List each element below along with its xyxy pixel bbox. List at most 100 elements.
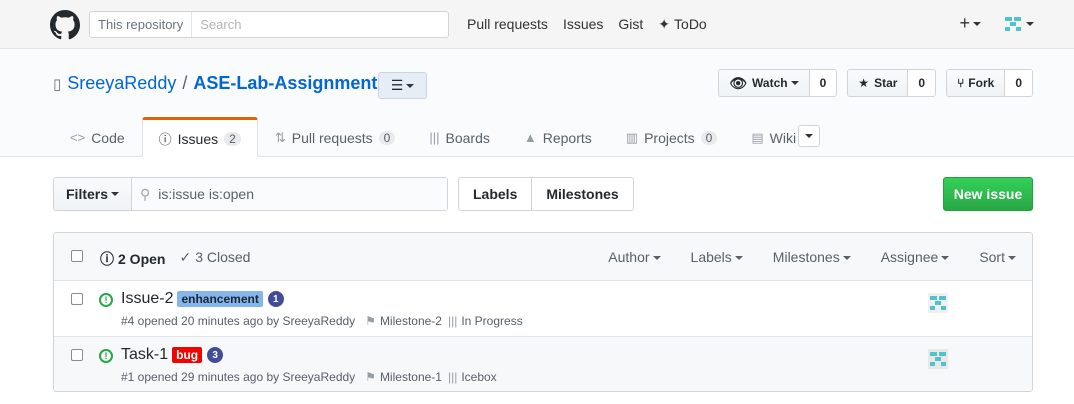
star-icon: ★ (858, 76, 870, 90)
issue-column: Icebox (461, 370, 497, 384)
pr-icon: ⇅ (274, 129, 286, 145)
chevron-down-icon (111, 192, 120, 196)
chevron-down-icon (652, 256, 661, 261)
issue-row: ! Task-1 bug 3 #1 opened 29 minutes ago … (54, 337, 1032, 391)
issue-opened-text: #1 opened 29 minutes ago by SreeyaReddy (121, 370, 356, 384)
eye-icon: 👁 (729, 74, 748, 91)
issue-count-badge: 1 (267, 291, 284, 307)
issue-label[interactable]: bug (172, 347, 203, 363)
user-menu[interactable] (1003, 14, 1034, 34)
search-input[interactable]: Search (192, 17, 241, 32)
issue-checkbox[interactable] (71, 349, 83, 361)
repo-tabs: <> Code ⓘ Issues 2 ⇅ Pull requests 0 ||| Board… (53, 117, 813, 157)
issue-checkbox[interactable] (71, 293, 83, 305)
create-new-button[interactable]: + (959, 13, 981, 34)
assignee-filter[interactable]: Assignee (881, 249, 950, 265)
repo-separator: / (182, 73, 188, 93)
tab-issues[interactable]: ⓘ Issues 2 (141, 117, 258, 157)
author-filter[interactable]: Author (608, 249, 661, 265)
fork-button-group: ⑂ Fork 0 (946, 69, 1033, 97)
tab-projects[interactable]: ▥ Projects 0 (609, 117, 735, 157)
issues-count: 2 (224, 131, 241, 146)
chevron-down-icon (790, 81, 799, 85)
issue-milestone-link[interactable]: Milestone-1 (380, 370, 442, 384)
fork-button[interactable]: ⑂ Fork (947, 70, 1006, 96)
tab-reports[interactable]: ▲ Reports (507, 117, 609, 157)
issue-icon: ⓘ (158, 132, 172, 147)
labels-filter[interactable]: Labels (691, 249, 743, 265)
chevron-down-icon (805, 134, 813, 138)
issue-search-input[interactable]: ⚲ is:issue is:open (132, 178, 447, 210)
tab-pull-requests[interactable]: ⇅ Pull requests 0 (258, 117, 413, 157)
issue-title-line: Issue-2 enhancement 1 (121, 290, 284, 308)
repo-actions: 👁 Watch 0 ★ Star 0 ⑂ Fork 0 (718, 69, 1033, 97)
chevron-down-icon (842, 256, 851, 261)
header-actions: + (959, 13, 1034, 34)
filters-button[interactable]: Filters (54, 178, 133, 210)
select-all-checkbox[interactable] (71, 250, 83, 262)
assignee-avatar-icon[interactable] (928, 293, 948, 313)
column-icon: ||| (447, 370, 458, 384)
milestone-icon: ⚑ (365, 370, 376, 384)
repo-owner-link[interactable]: SreeyaReddy (67, 73, 176, 94)
assignee-avatar-icon[interactable] (928, 349, 948, 369)
column-icon: ||| (447, 314, 458, 328)
todo-icon: ✦ (658, 16, 671, 32)
repo-name-link[interactable]: ASE-Lab-Assignments (193, 73, 387, 94)
projects-icon: ▥ (625, 129, 639, 145)
open-issues-link[interactable]: ⓘ 2 Open (100, 249, 165, 269)
nav-issues[interactable]: Issues (563, 16, 603, 33)
code-icon: <> (70, 130, 86, 145)
watch-count[interactable]: 0 (809, 70, 837, 96)
chevron-down-icon (406, 83, 415, 88)
avatar-icon (1005, 16, 1021, 31)
github-logo-icon[interactable] (50, 10, 80, 40)
issue-states: ⓘ 2 Open ✓ 3 Closed (100, 249, 250, 269)
new-issue-button[interactable]: New issue (943, 177, 1033, 211)
fork-icon: ⑂ (957, 76, 965, 90)
check-icon: ✓ (179, 249, 192, 265)
closed-issues-link[interactable]: ✓ 3 Closed (179, 249, 250, 269)
issues-list-header: ⓘ 2 Open ✓ 3 Closed Author Labels Mileston… (54, 233, 1032, 281)
more-tabs-button[interactable] (798, 125, 820, 147)
repo-menu-button[interactable]: ☰ (378, 72, 427, 99)
repo-icon: ▯ (53, 75, 62, 93)
search-box[interactable]: This repository Search (89, 11, 449, 38)
nav-pull-requests[interactable]: Pull requests (467, 16, 548, 33)
chevron-down-icon (1008, 256, 1016, 261)
chevron-down-icon (973, 22, 981, 27)
nav-gist[interactable]: Gist (618, 16, 643, 33)
filters-group: Filters ⚲ is:issue is:open (53, 177, 448, 211)
tab-code[interactable]: <> Code (53, 117, 142, 157)
watch-button[interactable]: 👁 Watch (719, 70, 810, 96)
list-filters: Author Labels Milestones Assignee Sort (608, 249, 1016, 265)
issue-meta: #1 opened 29 minutes ago by SreeyaReddy … (121, 370, 497, 384)
tab-boards[interactable]: ||| Boards (412, 117, 507, 157)
search-scope: This repository (90, 12, 193, 37)
projects-count: 0 (700, 130, 718, 145)
milestones-button[interactable]: Milestones (532, 178, 632, 210)
issue-title-line: Task-1 bug 3 (121, 346, 224, 364)
wiki-icon: ▤ (751, 129, 764, 145)
nav-todo[interactable]: ✦ ToDo (658, 16, 721, 33)
issue-opened-text: #4 opened 20 minutes ago by SreeyaReddy (121, 314, 356, 328)
labels-button[interactable]: Labels (459, 178, 533, 210)
milestones-filter[interactable]: Milestones (773, 249, 851, 265)
repo-title: ▯ SreeyaReddy / ASE-Lab-Assignments (53, 73, 387, 94)
issue-icon: ⓘ (100, 251, 114, 267)
issue-title-link[interactable]: Task-1 (121, 346, 168, 364)
fork-count[interactable]: 0 (1005, 70, 1032, 96)
issue-milestone-link[interactable]: Milestone-2 (380, 314, 442, 328)
star-count[interactable]: 0 (908, 70, 936, 96)
watch-button-group: 👁 Watch 0 (718, 69, 838, 97)
global-header: This repository Search Pull requests Iss… (0, 0, 1074, 49)
reports-icon: ▲ (523, 130, 537, 145)
pr-count: 0 (378, 130, 396, 145)
chevron-down-icon (941, 256, 950, 261)
issue-title-link[interactable]: Issue-2 (121, 290, 173, 308)
issues-list: ⓘ 2 Open ✓ 3 Closed Author Labels Mileston… (53, 232, 1033, 392)
issue-label[interactable]: enhancement (177, 291, 263, 307)
open-issue-icon: ! (99, 293, 113, 307)
sort-filter[interactable]: Sort (979, 249, 1016, 265)
star-button[interactable]: ★ Star (848, 70, 909, 96)
